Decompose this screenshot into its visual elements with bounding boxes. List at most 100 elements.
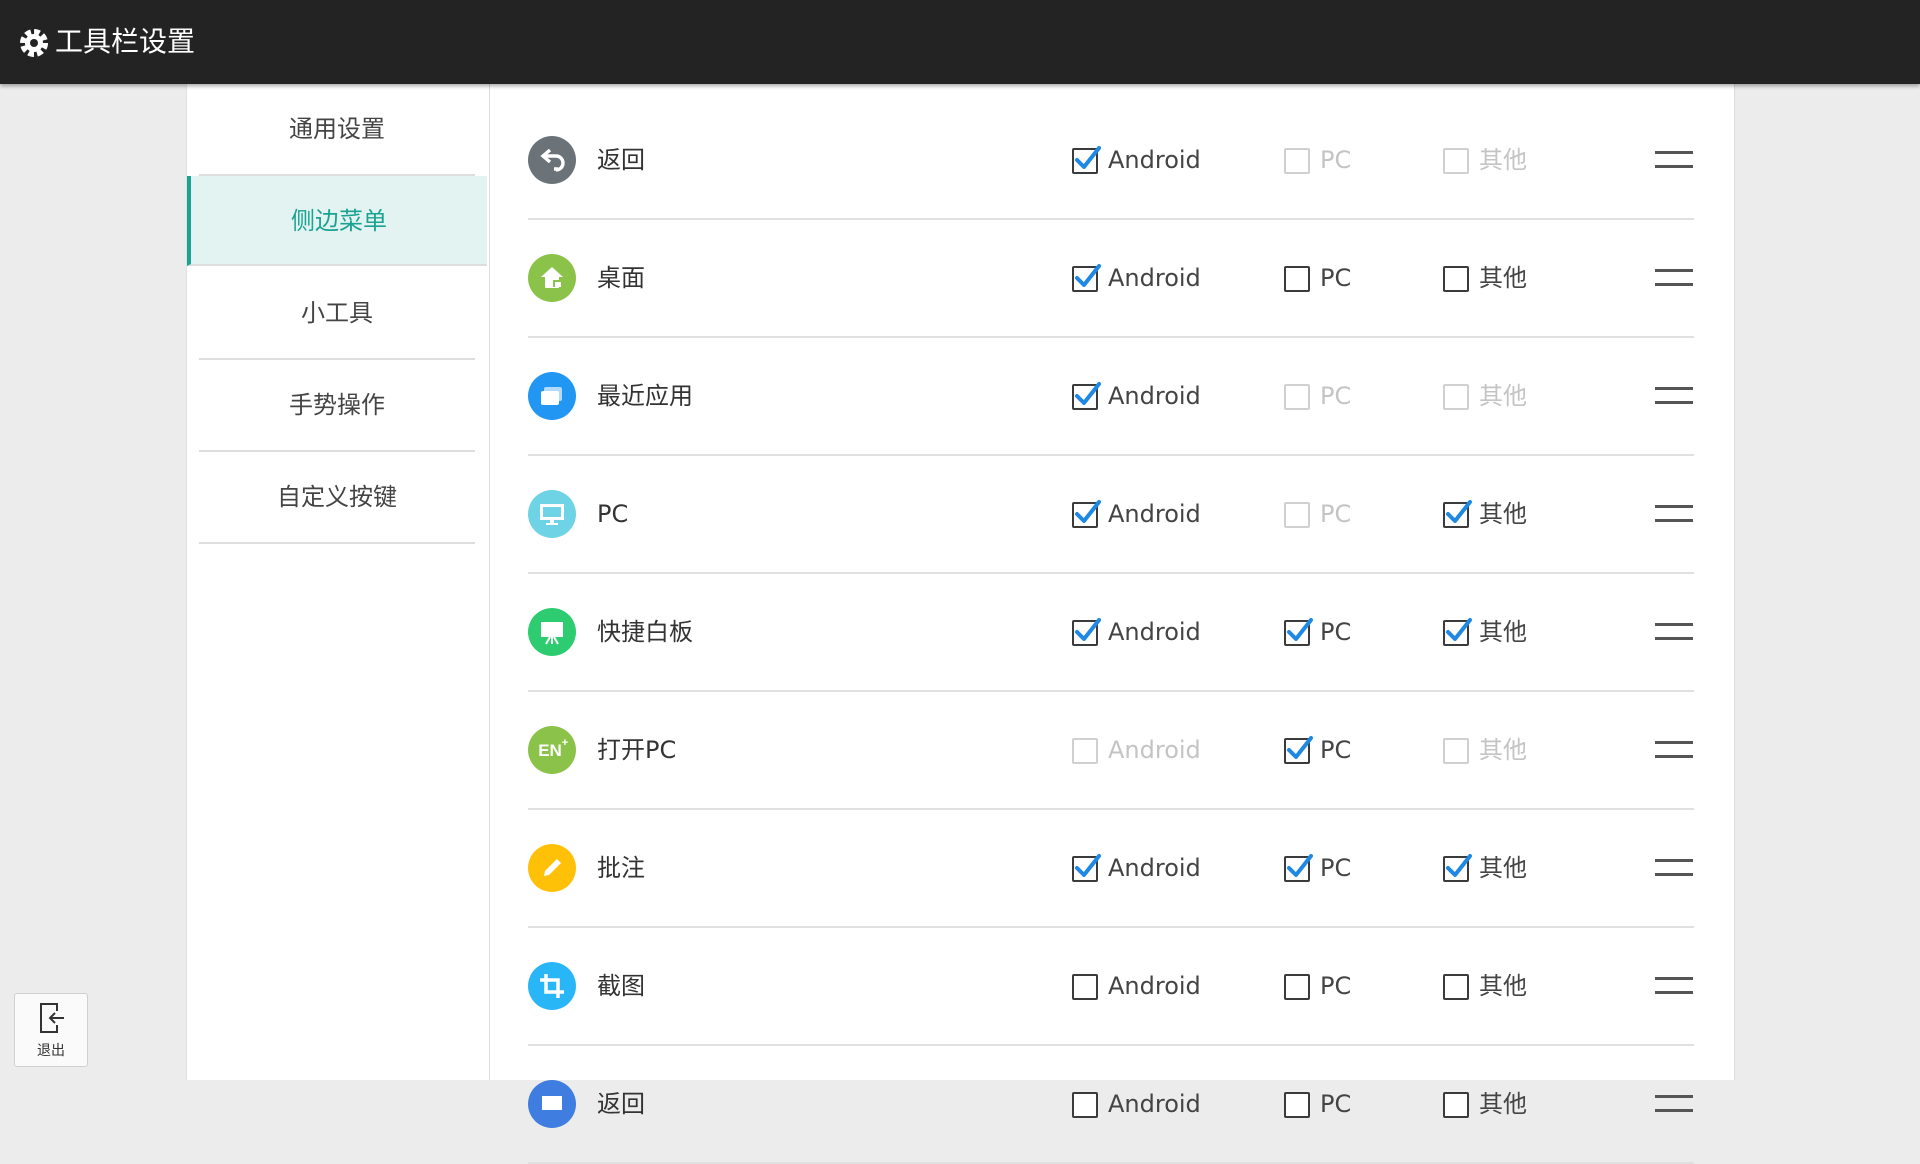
drag-handle-icon[interactable]: [1655, 1095, 1693, 1115]
pc-label: PC: [1320, 972, 1352, 1000]
drag-handle-icon[interactable]: [1655, 505, 1693, 525]
checkbox-box: [1443, 974, 1469, 1000]
checkbox-box: [1072, 738, 1098, 764]
item-name: PC: [597, 500, 629, 528]
other-label: 其他: [1479, 500, 1527, 528]
pc-label: PC: [1320, 146, 1352, 174]
android-label: Android: [1108, 736, 1201, 764]
item-name: 返回: [597, 1090, 645, 1118]
drag-handle-icon[interactable]: [1655, 977, 1693, 997]
recent-apps-icon: [528, 372, 576, 420]
item-name: 快捷白板: [597, 618, 693, 646]
svg-text:+: +: [562, 737, 568, 749]
android-label: Android: [1108, 854, 1201, 882]
checkbox-box: [1443, 618, 1472, 646]
checkbox-box: [1284, 148, 1310, 174]
checkmark-icon: [1287, 854, 1313, 877]
toolbar-item-row: EN + 打开PC Android PC 其他: [528, 692, 1694, 810]
pc-label: PC: [1320, 618, 1352, 646]
pc-label: PC: [1320, 736, 1352, 764]
checkmark-icon: [1075, 500, 1101, 523]
drag-handle-icon[interactable]: [1655, 859, 1693, 879]
sidebar: 通用设置 侧边菜单 小工具 手势操作 自定义按键: [186, 84, 491, 1080]
android-label: Android: [1108, 500, 1201, 528]
sidebar-item-general[interactable]: 通用设置: [199, 84, 475, 176]
drag-handle-icon[interactable]: [1655, 623, 1693, 643]
checkbox-box: [1443, 148, 1469, 174]
checkmark-icon: [1075, 146, 1101, 169]
toolbar-item-row: 返回 Android PC 其他: [528, 1046, 1694, 1164]
checkbox-box: [1284, 974, 1310, 1000]
android-label: Android: [1108, 382, 1201, 410]
checkmark-icon: [1287, 618, 1313, 641]
item-name: 批注: [597, 854, 645, 882]
checkbox-box: [1072, 382, 1101, 410]
partial-icon: [528, 1080, 576, 1128]
android-label: Android: [1108, 972, 1201, 1000]
item-name: 截图: [597, 972, 645, 1000]
pc-label: PC: [1320, 500, 1352, 528]
checkbox-box: [1284, 736, 1313, 764]
checkbox-box: [1443, 854, 1472, 882]
checkbox-box: [1072, 264, 1101, 292]
home-icon: [528, 254, 576, 302]
other-label: 其他: [1479, 146, 1527, 174]
sidebar-item-gestures[interactable]: 手势操作: [199, 360, 475, 452]
checkmark-icon: [1075, 382, 1101, 405]
other-label: 其他: [1479, 972, 1527, 1000]
exit-icon: [40, 1003, 64, 1033]
pencil-icon: [528, 844, 576, 892]
exit-label: 退出: [37, 1043, 65, 1059]
sidebar-item-widgets[interactable]: 小工具: [199, 268, 475, 360]
checkbox-box: [1443, 738, 1469, 764]
checkbox-box: [1072, 146, 1101, 174]
other-label: 其他: [1479, 618, 1527, 646]
checkbox-box: [1443, 384, 1469, 410]
toolbar-item-row: 返回 Android PC 其他: [528, 102, 1694, 220]
checkbox-box: [1443, 500, 1472, 528]
drag-handle-icon[interactable]: [1655, 269, 1693, 289]
item-name: 打开PC: [597, 736, 677, 764]
drag-handle-icon[interactable]: [1655, 387, 1693, 407]
pc-label: PC: [1320, 264, 1352, 292]
checkbox-box: [1443, 1092, 1469, 1118]
checkbox-box: [1072, 1092, 1098, 1118]
checkbox-box: [1284, 384, 1310, 410]
checkmark-icon: [1446, 618, 1472, 641]
checkmark-icon: [1075, 618, 1101, 641]
toolbar-item-row: 桌面 Android PC 其他: [528, 220, 1694, 338]
whiteboard-icon: [528, 608, 576, 656]
checkbox-box: [1284, 618, 1313, 646]
crop-icon: [528, 962, 576, 1010]
window-title: 工具栏设置: [55, 25, 196, 58]
pc-label: PC: [1320, 1090, 1352, 1118]
toolbar-item-row: 批注 Android PC 其他: [528, 810, 1694, 928]
other-label: 其他: [1479, 382, 1527, 410]
checkbox-box: [1072, 854, 1101, 882]
gear-icon: [20, 29, 48, 57]
item-name: 返回: [597, 146, 645, 174]
android-label: Android: [1108, 1090, 1201, 1118]
exit-button[interactable]: 退出: [14, 993, 88, 1067]
checkmark-icon: [1287, 736, 1313, 759]
sidebar-item-side-menu[interactable]: 侧边菜单: [187, 176, 487, 266]
toolbar-item-row: 截图 Android PC 其他: [528, 928, 1694, 1046]
android-label: Android: [1108, 146, 1201, 174]
item-name: 桌面: [597, 264, 645, 292]
toolbar-item-row: 最近应用 Android PC 其他: [528, 338, 1694, 456]
drag-handle-icon[interactable]: [1655, 741, 1693, 761]
android-label: Android: [1108, 264, 1201, 292]
sidebar-item-custom-keys[interactable]: 自定义按键: [199, 452, 475, 544]
checkbox-box: [1072, 618, 1101, 646]
drag-handle-icon[interactable]: [1655, 151, 1693, 171]
checkbox-box: [1072, 974, 1098, 1000]
other-label: 其他: [1479, 1090, 1527, 1118]
svg-text:EN: EN: [538, 741, 562, 760]
monitor-icon: [528, 490, 576, 538]
other-label: 其他: [1479, 854, 1527, 882]
pc-label: PC: [1320, 382, 1352, 410]
checkbox-box: [1284, 854, 1313, 882]
other-label: 其他: [1479, 736, 1527, 764]
toolbar-item-row: PC Android PC 其他: [528, 456, 1694, 574]
other-label: 其他: [1479, 264, 1527, 292]
